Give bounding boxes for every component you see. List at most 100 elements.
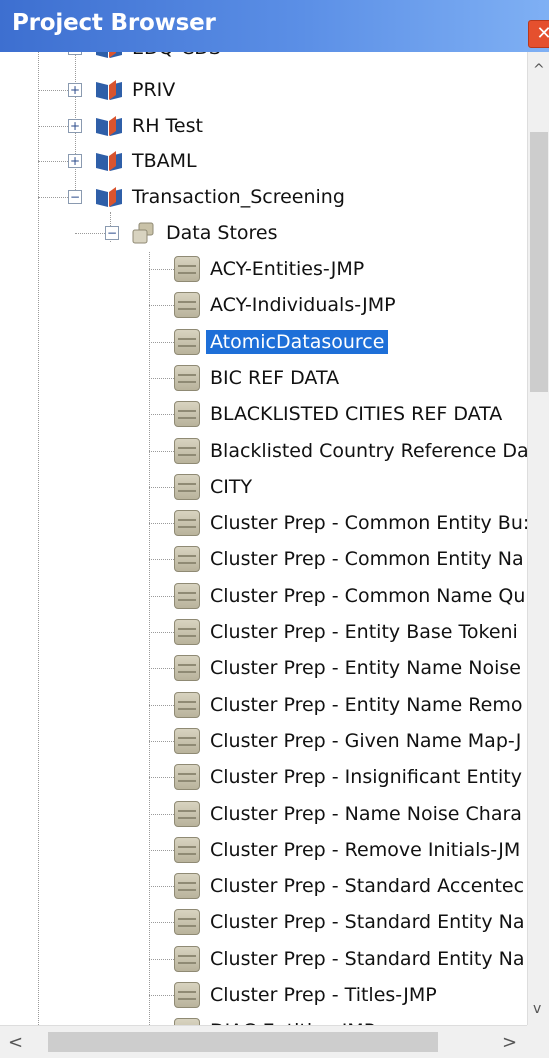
tree-line <box>149 995 174 996</box>
data-store-label[interactable]: AtomicDatasource <box>206 329 389 354</box>
data-store-icon <box>174 328 200 355</box>
tree-row-data-store[interactable]: CITY <box>0 469 527 505</box>
scroll-right-arrow-icon[interactable]: > <box>502 1032 517 1053</box>
scroll-down-arrow-icon[interactable]: v <box>533 1001 541 1017</box>
tree-row-data-store[interactable]: Cluster Prep - Entity Base Tokeni <box>0 614 527 650</box>
tree-row-project[interactable]: + EDQ-CDS <box>0 52 527 66</box>
data-store-icon <box>174 582 200 609</box>
tree-line <box>38 161 68 162</box>
tree-line <box>149 813 174 815</box>
expand-toggle[interactable]: + <box>68 119 82 133</box>
scroll-corner <box>527 1025 549 1057</box>
data-store-icon <box>174 691 200 718</box>
data-store-icon <box>174 401 200 428</box>
tree-line <box>149 849 174 851</box>
tree-row-data-store[interactable]: BIC REF DATA <box>0 360 527 396</box>
tree-row-data-store[interactable]: Cluster Prep - Common Entity Bu: <box>0 505 527 541</box>
tree-row-data-store[interactable]: Cluster Prep - Insignificant Entity <box>0 759 527 795</box>
project-label[interactable]: PRIV <box>132 78 175 102</box>
tree-line <box>75 233 105 234</box>
tree-row-data-store[interactable]: Blacklisted Country Reference Da <box>0 433 527 469</box>
data-store-label[interactable]: Cluster Prep - Common Entity Na <box>210 547 524 571</box>
tree-row-data-store[interactable]: Cluster Prep - Standard Entity Na <box>0 941 527 977</box>
data-store-label[interactable]: Cluster Prep - Standard Entity Na <box>210 947 525 971</box>
collapse-toggle[interactable]: − <box>105 226 119 240</box>
data-store-label[interactable]: Cluster Prep - Titles-JMP <box>210 983 437 1007</box>
data-store-label[interactable]: Cluster Prep - Insignificant Entity <box>210 765 522 789</box>
tree-line <box>149 704 174 706</box>
vertical-scroll-thumb[interactable] <box>530 132 548 392</box>
tree-row-data-store[interactable]: Cluster Prep - Remove Initials-JM <box>0 832 527 868</box>
tree-row-project[interactable]: − Transaction_Screening <box>0 179 527 215</box>
project-label[interactable]: Transaction_Screening <box>132 185 345 209</box>
data-store-icon <box>174 800 200 827</box>
tree-row-data-store[interactable]: Cluster Prep - Common Name Qu <box>0 578 527 614</box>
close-button[interactable]: ✕ <box>528 20 549 48</box>
data-store-label[interactable]: Cluster Prep - Name Noise Chara <box>210 802 522 826</box>
vertical-scrollbar[interactable]: ^ v <box>527 52 549 1025</box>
tree-line <box>149 341 174 343</box>
project-label[interactable]: RH Test <box>132 114 203 138</box>
tree-row-data-store[interactable]: ACY-Entities-JMP <box>0 251 527 287</box>
data-store-label[interactable]: Blacklisted Country Reference Da <box>210 439 527 463</box>
data-store-icon <box>174 764 200 791</box>
tree-line <box>149 668 174 670</box>
data-store-label[interactable]: Cluster Prep - Common Entity Bu: <box>210 511 527 535</box>
tree-line <box>149 632 174 633</box>
data-store-label[interactable]: Cluster Prep - Given Name Map-J <box>210 729 521 753</box>
tree-row-data-store[interactable]: Cluster Prep - Standard Accentec <box>0 868 527 904</box>
data-store-label[interactable]: Cluster Prep - Standard Entity Na <box>210 910 525 934</box>
data-store-label[interactable]: Cluster Prep - Entity Base Tokeni <box>210 620 518 644</box>
expand-toggle[interactable]: + <box>68 154 82 168</box>
scroll-left-arrow-icon[interactable]: < <box>8 1032 23 1053</box>
data-store-label[interactable]: BIC REF DATA <box>210 366 339 390</box>
data-store-label[interactable]: Cluster Prep - Remove Initials-JM <box>210 838 520 862</box>
tree-row-data-store[interactable]: DJAC-Entities-JMP <box>0 1013 527 1025</box>
expand-toggle[interactable]: + <box>68 83 82 97</box>
data-store-label[interactable]: Cluster Prep - Entity Name Noise <box>210 656 521 680</box>
tree-line <box>149 269 174 270</box>
data-store-label[interactable]: Cluster Prep - Standard Accentec <box>210 874 524 898</box>
tree-row-data-store[interactable]: Cluster Prep - Entity Name Noise <box>0 650 527 686</box>
tree-row-data-store[interactable]: ACY-Individuals-JMP <box>0 287 527 323</box>
project-label[interactable]: EDQ-CDS <box>132 52 221 60</box>
data-store-icon <box>174 256 200 282</box>
horizontal-scrollbar[interactable]: < > <box>0 1025 549 1058</box>
data-store-label[interactable]: Cluster Prep - Entity Name Remo <box>210 693 522 717</box>
tree-row-folder[interactable]: − Data Stores <box>0 215 527 251</box>
data-store-label[interactable]: ACY-Individuals-JMP <box>210 293 396 317</box>
data-store-label[interactable]: Cluster Prep - Common Name Qu <box>210 584 525 608</box>
tree-row-project[interactable]: + TBAML <box>0 143 527 179</box>
data-store-icon <box>174 473 200 500</box>
data-store-icon <box>174 873 200 900</box>
data-store-icon <box>174 364 200 391</box>
window-title: Project Browser <box>12 10 216 36</box>
tree-row-data-store[interactable]: Cluster Prep - Standard Entity Na <box>0 904 527 940</box>
tree-row-data-store[interactable]: BLACKLISTED CITIES REF DATA <box>0 396 527 432</box>
folder-label[interactable]: Data Stores <box>166 221 278 245</box>
tree-row-data-store[interactable]: Cluster Prep - Given Name Map-J <box>0 723 527 759</box>
tree-line <box>149 922 174 924</box>
tree-row-project[interactable]: + PRIV <box>0 72 527 108</box>
data-store-icon <box>174 836 200 863</box>
tree-row-project[interactable]: + RH Test <box>0 108 527 144</box>
data-store-label[interactable]: BLACKLISTED CITIES REF DATA <box>210 402 502 426</box>
tree-line <box>38 90 68 91</box>
tree-row-data-store[interactable]: Cluster Prep - Name Noise Chara <box>0 796 527 832</box>
tree-line <box>149 523 174 525</box>
expand-toggle[interactable]: + <box>68 52 82 55</box>
data-store-label[interactable]: ACY-Entities-JMP <box>210 257 364 281</box>
project-book-icon <box>96 52 122 58</box>
tree-row-data-store[interactable]: Cluster Prep - Entity Name Remo <box>0 687 527 723</box>
tree-line <box>149 486 174 488</box>
horizontal-scroll-thumb[interactable] <box>48 1032 438 1052</box>
data-store-icon <box>174 655 200 682</box>
data-store-label[interactable]: CITY <box>210 475 252 499</box>
tree-row-data-store[interactable]: Cluster Prep - Titles-JMP <box>0 977 527 1013</box>
tree-line <box>149 740 174 742</box>
expand-toggle[interactable]: − <box>68 190 82 204</box>
project-label[interactable]: TBAML <box>132 149 197 173</box>
scroll-up-arrow-icon[interactable]: ^ <box>533 62 545 78</box>
tree-row-data-store[interactable]: AtomicDatasource <box>0 324 527 360</box>
tree-row-data-store[interactable]: Cluster Prep - Common Entity Na <box>0 541 527 577</box>
